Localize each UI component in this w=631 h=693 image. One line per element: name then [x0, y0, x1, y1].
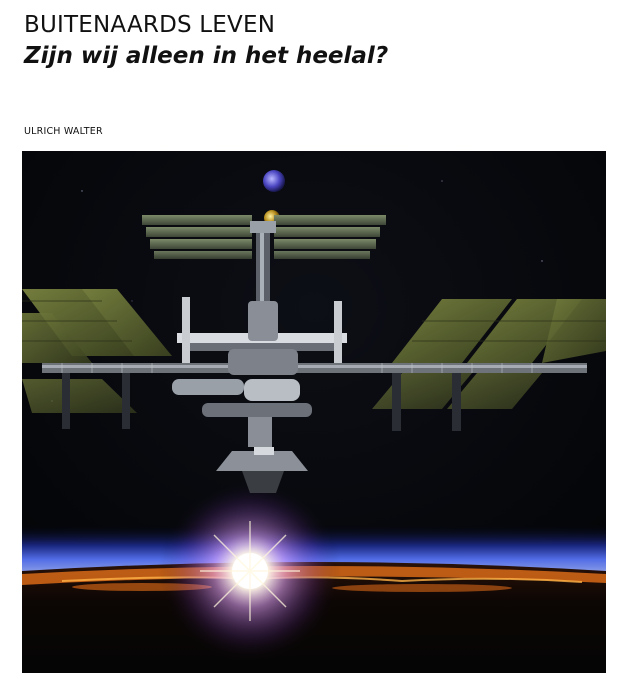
space-station-photo	[22, 151, 606, 673]
article-author: ULRICH WALTER	[24, 126, 103, 137]
article-title: BUITENAARDS LEVEN	[24, 12, 276, 38]
article-subtitle: Zijn wij alleen in het heelal?	[24, 43, 389, 69]
space-station-illustration	[22, 151, 606, 673]
article-page: BUITENAARDS LEVEN Zijn wij alleen in het…	[0, 0, 631, 693]
